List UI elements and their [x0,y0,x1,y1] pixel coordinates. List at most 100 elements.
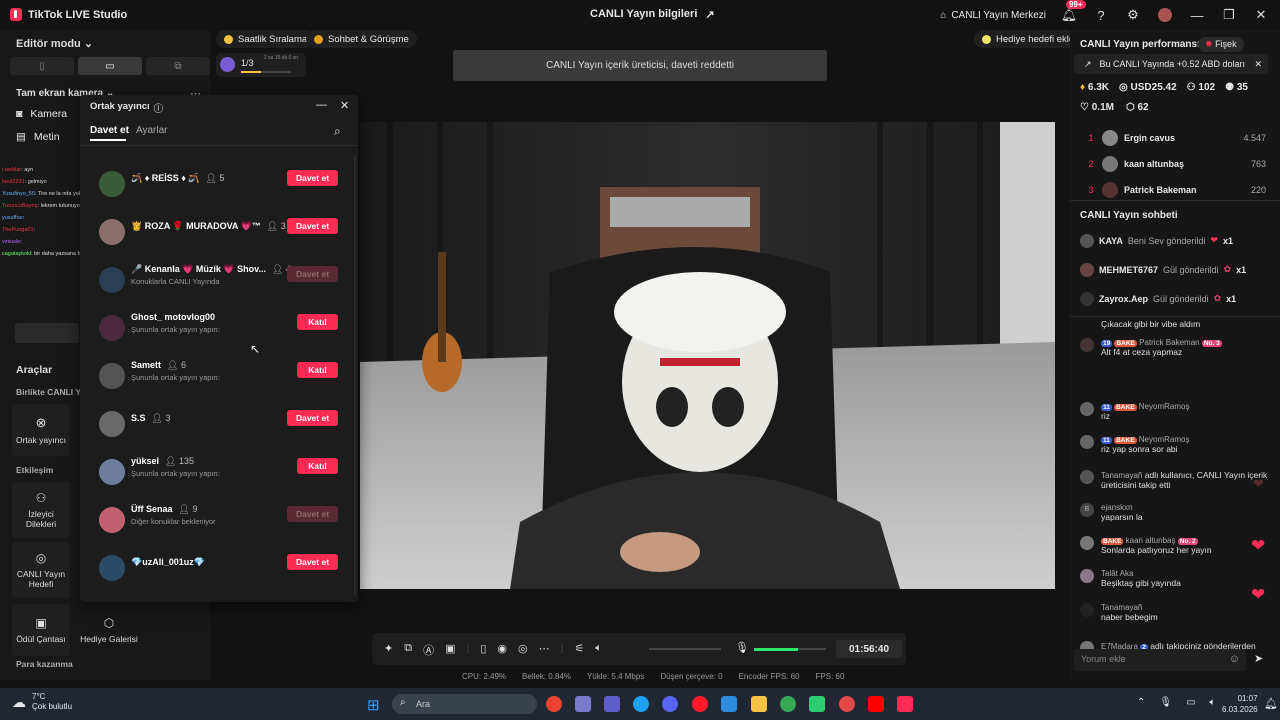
notification-bell-icon[interactable]: 🔔︎ [1264,697,1278,710]
phone-icon[interactable]: ▯ [480,642,486,658]
dual-mode-button[interactable]: ⧉ [146,57,210,75]
speaker-icon[interactable]: 🔈︎ [595,642,602,658]
tab-settings[interactable]: Ayarlar [136,125,168,136]
monetization-title: Para kazanma [16,659,73,669]
heart-icon: ♡ [1080,102,1089,113]
discord-icon[interactable] [662,696,678,712]
hourly-ranking-chip[interactable]: Saatlik Sıralama [216,30,316,48]
search-icon: ⌕ [400,697,406,708]
comment-input[interactable]: Yorum ekle ☺ [1074,649,1246,671]
live-center-button[interactable]: ⌂ CANLI Yayın Merkezi [940,10,1046,21]
close-banner-icon[interactable]: ✕ [1254,59,1262,70]
source-text[interactable]: ▤ Metin [16,131,60,143]
send-icon[interactable]: ➤ [1254,652,1263,665]
join-button[interactable]: Katıl [297,362,338,378]
top-gifters-list: 1 Ergin cavus 4.547 2 kaan altunbaş 763 … [1080,125,1266,203]
chat-call-chip[interactable]: Sohbet & Görüşme [306,30,417,48]
mail-icon[interactable] [721,696,737,712]
avatar [1080,402,1094,416]
top-gifter-row[interactable]: 1 Ergin cavus 4.547 [1080,125,1266,151]
invite-button[interactable]: Davet et [287,410,338,426]
store-icon[interactable] [575,696,591,712]
editor-mode-dropdown[interactable]: Editör modu ⌄ [16,37,93,50]
profile-avatar[interactable] [1156,6,1174,24]
tab-invite[interactable]: Davet et [90,125,129,136]
invite-button[interactable]: Davet et [287,218,338,234]
taskbar-search[interactable]: ⌕ Ara [392,694,537,714]
gift-count: x1 [1236,264,1247,275]
invite-button[interactable]: Davet et [287,170,338,186]
tool-live-goal[interactable]: ◎ CANLI Yayın Hedefi [12,542,70,598]
invite-button[interactable]: Davet et [287,554,338,570]
clock[interactable]: 01:07 6.03.2026 [1222,693,1258,715]
settings-button[interactable]: ⚙ [1124,6,1142,24]
heart-icon: ❤ [1251,585,1266,604]
youtube-icon[interactable] [868,696,884,712]
overlay-chat-line: TuruncuBayrış: lekrem tutunuyoruz sıkınt… [2,203,114,209]
help-button[interactable]: ? [1092,6,1110,24]
screen-icon[interactable]: ▣ [445,642,455,658]
folder-icon[interactable] [751,696,767,712]
clock-time: 01:07 [1237,694,1258,703]
tool-reward-bag[interactable]: ▣ Ödül Çantası [12,604,70,656]
overlay-chat-line: cagataykokl: bir daha yazsana ben de anl… [2,251,124,257]
opera-icon[interactable] [692,696,708,712]
home-icon: ⌂ [940,9,947,21]
tool-gift-gallery[interactable]: ⬡ Hediye Galerisi [80,604,138,656]
top-gifter-row[interactable]: 2 kaan altunbaş 763 [1080,151,1266,177]
chat-message: Talât Aka Beşiktaş gibi yayında [1080,569,1270,588]
maximize-button[interactable]: ❐ [1220,6,1238,24]
tiktok-live-icon[interactable] [897,696,913,712]
live-info-button[interactable]: CANLI Yayın bilgileri ↗ [590,8,715,21]
emoji-icon[interactable]: ☺ [1229,653,1240,665]
notification-button[interactable]: 🔔︎ 99+ [1060,0,1086,24]
minimize-panel-button[interactable]: — [316,99,327,111]
ai-icon[interactable]: Ⓐ [423,642,434,658]
chrome-alt-icon[interactable] [780,696,796,712]
chat-user: Talât Aka [1101,569,1134,578]
goal-progress-widget[interactable]: 1/3 2 sa 15 dk 0 sn [216,53,306,77]
mic-volume-slider[interactable] [754,648,826,651]
search-icon[interactable]: ⌕ [334,124,341,139]
app-icon[interactable] [839,696,855,712]
gift-goal-chip[interactable]: Hediye hedefi ekle [974,30,1083,48]
chevron-up-icon[interactable]: ⌃ [1137,697,1145,708]
tool-cohost[interactable]: ⊗ Ortak yayıncı [12,404,70,456]
record-icon[interactable]: ◉ [497,642,507,658]
close-window-button[interactable]: ✕ [1252,6,1270,24]
landscape-mode-button[interactable]: ▭ [78,57,142,75]
join-button[interactable]: Katıl [297,458,338,474]
cohost-title: Ortak yayıncı ⓘ [90,101,163,115]
network-icon[interactable]: ▭ [1186,697,1195,708]
app-icon[interactable] [809,696,825,712]
edge-icon[interactable] [633,696,649,712]
gift-notifications: KAYA Beni Sev gönderildi ❤ x1 MEHMET6767… [1080,226,1276,313]
more-icon[interactable]: ⋯ [539,642,550,658]
tool-viewer-wishes[interactable]: ⚇ İzleyici Dilekleri [12,482,70,538]
magic-wand-icon[interactable]: ✦ [384,642,393,658]
avatar [1102,130,1118,146]
layout-icon[interactable]: ⧉ [404,642,412,658]
add-source-button[interactable] [15,323,79,343]
close-panel-button[interactable]: ✕ [340,99,349,112]
join-button[interactable]: Katıl [297,314,338,330]
windows-start-icon[interactable]: ⊞ [367,696,380,714]
minimize-button[interactable]: — [1188,6,1206,24]
mic-tray-icon[interactable]: 🎙︎ [1159,697,1172,708]
chat-user: ejanskxn [1101,503,1133,512]
speaker-volume-slider[interactable] [649,648,721,650]
teams-icon[interactable] [604,696,620,712]
chat-message: Tanamayañ adlı kullanıcı, CANLI Yayın iç… [1080,470,1270,490]
mic-icon[interactable]: 🎙︎ [735,641,749,654]
portrait-mode-button[interactable]: ▯ [10,57,74,75]
weather-widget[interactable]: ☁ 7°C Çok bulutlu [12,692,72,712]
invite-button[interactable]: Davet et [287,266,338,282]
volume-icon[interactable]: 🔈︎ [1210,697,1216,708]
rose-icon: ✿ [1213,293,1222,303]
invite-button[interactable]: Davet et [287,506,338,522]
mixer-icon[interactable]: ⚟ [574,642,584,658]
fisek-chip[interactable]: ✹ Fişek [1198,37,1244,52]
source-camera[interactable]: ◙ Kamera [16,108,67,120]
chrome-icon[interactable] [546,696,562,712]
camera-switch-icon[interactable]: ◎ [518,642,528,658]
